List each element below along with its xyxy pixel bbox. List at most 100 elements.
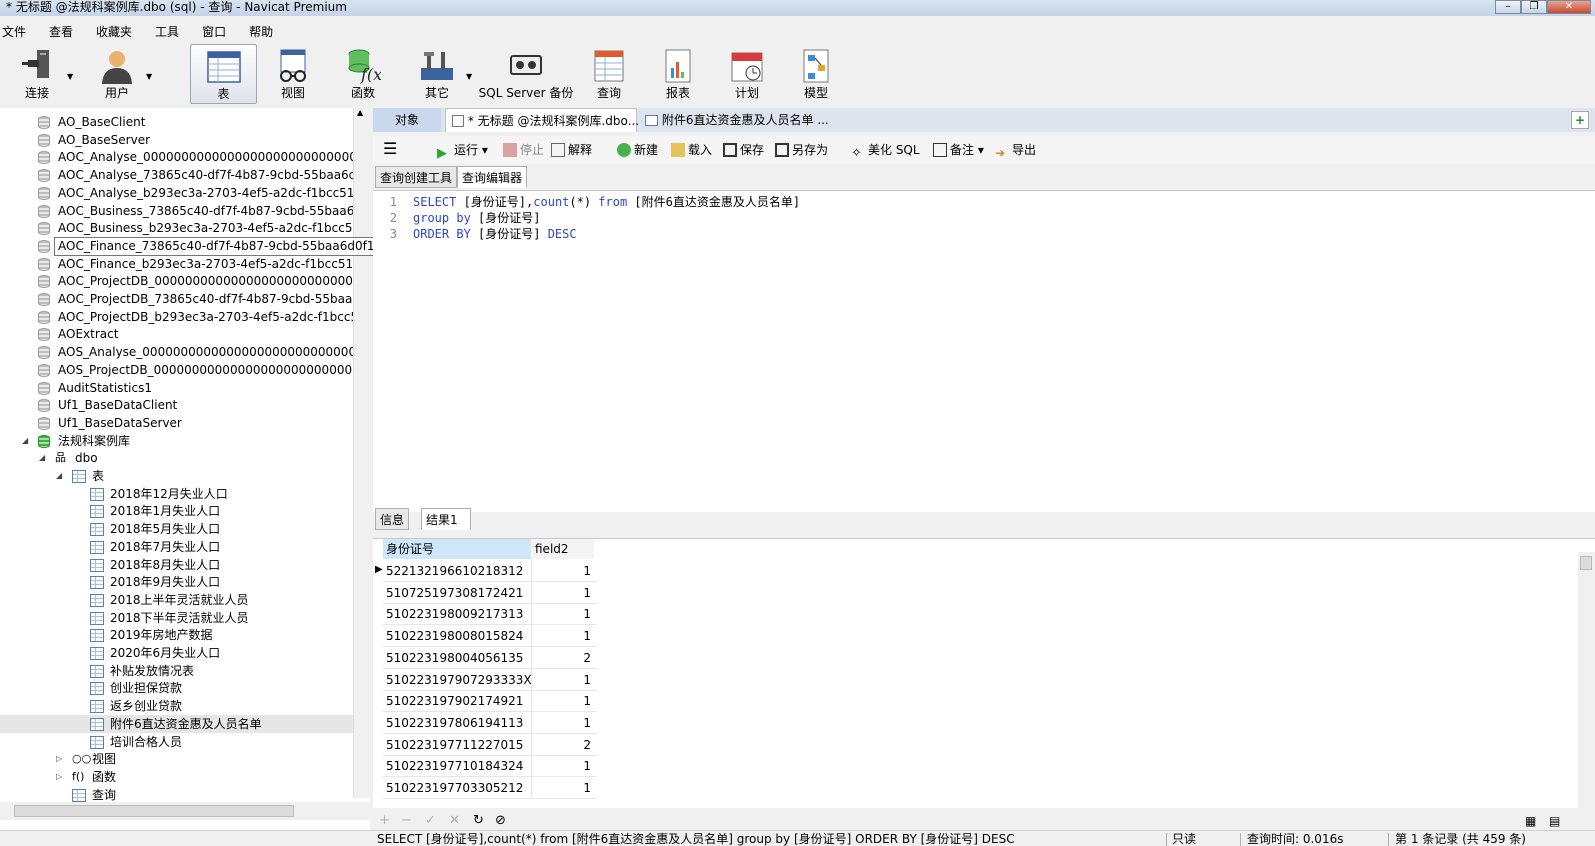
tree-item-database[interactable]: AOExtract: [0, 325, 353, 343]
tree-item-database[interactable]: AOC_Business_b293ec3a-2703-4ef5-a2dc-f1b…: [0, 219, 370, 237]
table-row[interactable]: 510223197710184324 1: [383, 755, 597, 778]
tree-item-database[interactable]: AOC_ProjectDB_73865c40-df7f-4b87-9cbd-55…: [0, 290, 368, 308]
cell-field2[interactable]: 1: [533, 603, 591, 625]
column-header-idcard[interactable]: 身份证号: [383, 539, 531, 559]
cell-field2[interactable]: 2: [533, 734, 591, 756]
cell-idcard[interactable]: 510725197308172421: [386, 582, 523, 604]
tree-item-database[interactable]: AO_BaseServer: [0, 131, 353, 149]
object-tree[interactable]: AO_BaseClient AO_BaseServer AOC_Analyse_00…: [0, 108, 370, 830]
table-row[interactable]: 510223197806194113 1: [383, 711, 597, 734]
save-button[interactable]: 保存: [723, 141, 764, 159]
cell-idcard[interactable]: 510223197703305212: [386, 777, 523, 799]
table-row[interactable]: 510223197907293333X 1: [383, 668, 597, 691]
table-row[interactable]: 510223197711227015 2: [383, 733, 597, 756]
collapse-icon[interactable]: ◢: [56, 467, 62, 485]
table-row[interactable]: 510725197308172421 1: [383, 581, 597, 604]
table-button[interactable]: 表: [190, 44, 257, 104]
view-button[interactable]: 视图: [268, 44, 318, 104]
tab-info[interactable]: 信息: [375, 508, 410, 530]
new-tab-icon[interactable]: +: [1571, 111, 1589, 129]
cell-idcard[interactable]: 522132196610218312: [386, 560, 523, 582]
refresh-icon[interactable]: ↻: [473, 812, 484, 830]
tree-item-table[interactable]: 2018年12月失业人口: [0, 485, 353, 503]
sql-editor[interactable]: 1 SELECT [身份证号],count(*) from [附件6直达资金惠及…: [373, 190, 1595, 512]
sidebar-scroll-thumb[interactable]: [14, 805, 294, 817]
menu-window[interactable]: 窗口: [202, 22, 239, 42]
model-button[interactable]: 模型: [791, 44, 841, 104]
cell-idcard[interactable]: 510223198004056135: [386, 647, 523, 669]
load-button[interactable]: 载入: [671, 141, 712, 159]
expand-icon[interactable]: ▷: [56, 750, 62, 768]
tree-item-database[interactable]: AO_BaseClient: [0, 113, 353, 131]
collapse-icon[interactable]: ◢: [39, 449, 45, 467]
discard-icon[interactable]: ✕: [449, 812, 460, 830]
cell-field2[interactable]: 1: [533, 690, 591, 712]
grid-vertical-scrollbar[interactable]: [1578, 552, 1595, 810]
table-row[interactable]: 510223198004056135 2: [383, 646, 597, 669]
tab-result1[interactable]: 结果1: [421, 508, 471, 530]
user-dropdown-icon[interactable]: ▼: [146, 72, 152, 81]
sidebar-horizontal-scrollbar[interactable]: [0, 802, 370, 820]
tree-item-table[interactable]: 2020年6月失业人口: [0, 644, 353, 662]
cell-field2[interactable]: 2: [533, 647, 591, 669]
menu-file[interactable]: 文件: [2, 22, 39, 42]
cell-field2[interactable]: 1: [533, 582, 591, 604]
tree-item-database[interactable]: AOC_Business_73865c40-df7f-4b87-9cbd-55b…: [0, 202, 370, 220]
tree-item-table[interactable]: 补贴发放情况表: [0, 662, 353, 680]
cell-idcard[interactable]: 510223198008015824: [386, 625, 523, 647]
tree-item-tables[interactable]: ◢ 表: [0, 467, 353, 485]
cell-idcard[interactable]: 510223197902174921: [386, 690, 523, 712]
table-row[interactable]: 522132196610218312 1: [383, 560, 597, 582]
connect-button[interactable]: 连接: [10, 44, 64, 104]
table-row[interactable]: 510223198008015824 1: [383, 625, 597, 648]
tree-item-database[interactable]: AOC_Analyse_73865c40-df7f-4b87-9cbd-55ba…: [0, 166, 368, 184]
tree-item-table[interactable]: 2018年8月失业人口: [0, 556, 353, 574]
tree-item-views[interactable]: ▷ ○○ 视图: [0, 750, 353, 768]
grid-view-icon[interactable]: ▦: [1525, 812, 1536, 830]
cell-field2[interactable]: 1: [533, 777, 591, 799]
collapse-icon[interactable]: ◢: [22, 432, 28, 450]
user-button[interactable]: 用户: [92, 44, 142, 104]
cell-idcard[interactable]: 510223197806194113: [386, 712, 523, 734]
close-icon[interactable]: ✕: [1547, 0, 1591, 14]
tab-query[interactable]: * 无标题 @法规科案例库.dbo...: [445, 108, 639, 132]
tree-item-table[interactable]: 2018年1月失业人口: [0, 502, 353, 520]
save-as-button[interactable]: 另存为: [775, 141, 828, 159]
table-row[interactable]: 510223198009217313 1: [383, 603, 597, 626]
tree-item-database[interactable]: Uf1_BaseDataServer: [0, 414, 353, 432]
tree-item-database[interactable]: AOS_ProjectDB_00000000000000000000000000…: [0, 361, 367, 379]
cell-field2[interactable]: 1: [533, 625, 591, 647]
stop-button[interactable]: 停止: [503, 141, 544, 159]
sidebar-vertical-scrollbar[interactable]: ▲ ▼: [353, 108, 370, 810]
cell-field2[interactable]: 1: [533, 669, 591, 691]
column-header-field2[interactable]: field2: [532, 539, 594, 559]
tree-item-table[interactable]: 2018年5月失业人口: [0, 520, 353, 538]
cell-field2[interactable]: 1: [533, 755, 591, 777]
cell-idcard[interactable]: 510223198009217313: [386, 603, 523, 625]
tree-item-database[interactable]: AOC_Analyse_b293ec3a-2703-4ef5-a2dc-f1bc…: [0, 184, 370, 202]
tree-item-schema[interactable]: ◢ 品 dbo: [0, 449, 353, 467]
stop-refresh-icon[interactable]: ⊘: [495, 812, 506, 830]
form-view-icon[interactable]: ▤: [1549, 812, 1560, 830]
apply-icon[interactable]: ✓: [425, 812, 436, 830]
tab-objects[interactable]: 对象: [373, 108, 441, 132]
cell-field2[interactable]: 1: [533, 560, 591, 582]
tree-item-functions[interactable]: ▷ f() 函数: [0, 768, 353, 786]
beautify-sql-button[interactable]: ✧ 美化 SQL: [851, 141, 920, 161]
tree-item-database[interactable]: AOC_ProjectDB_b293ec3a-2703-4ef5-a2dc-f1…: [0, 308, 370, 326]
other-dropdown-icon[interactable]: ▼: [466, 72, 472, 81]
tree-item-table[interactable]: 培训合格人员: [0, 733, 353, 751]
tree-item-table[interactable]: 2019年房地产数据: [0, 626, 353, 644]
menu-tools[interactable]: 工具: [155, 22, 192, 42]
new-query-button[interactable]: 新建: [617, 141, 658, 159]
tree-item-queries[interactable]: 查询: [0, 786, 353, 804]
grid-scroll-thumb[interactable]: [1580, 556, 1592, 570]
comment-button[interactable]: 备注 ▾: [933, 141, 984, 159]
connect-dropdown-icon[interactable]: ▼: [67, 72, 73, 81]
explain-button[interactable]: 解释: [551, 141, 592, 159]
run-button[interactable]: ▶ 运行 ▾: [437, 141, 488, 161]
tree-item-table[interactable]: 2018年9月失业人口: [0, 573, 353, 591]
tree-item-database[interactable]: AOC_Finance_b293ec3a-2703-4ef5-a2dc-f1bc…: [0, 255, 370, 273]
function-button[interactable]: f(x) 函数: [338, 44, 388, 104]
tab-query-editor[interactable]: 查询编辑器: [457, 166, 528, 188]
